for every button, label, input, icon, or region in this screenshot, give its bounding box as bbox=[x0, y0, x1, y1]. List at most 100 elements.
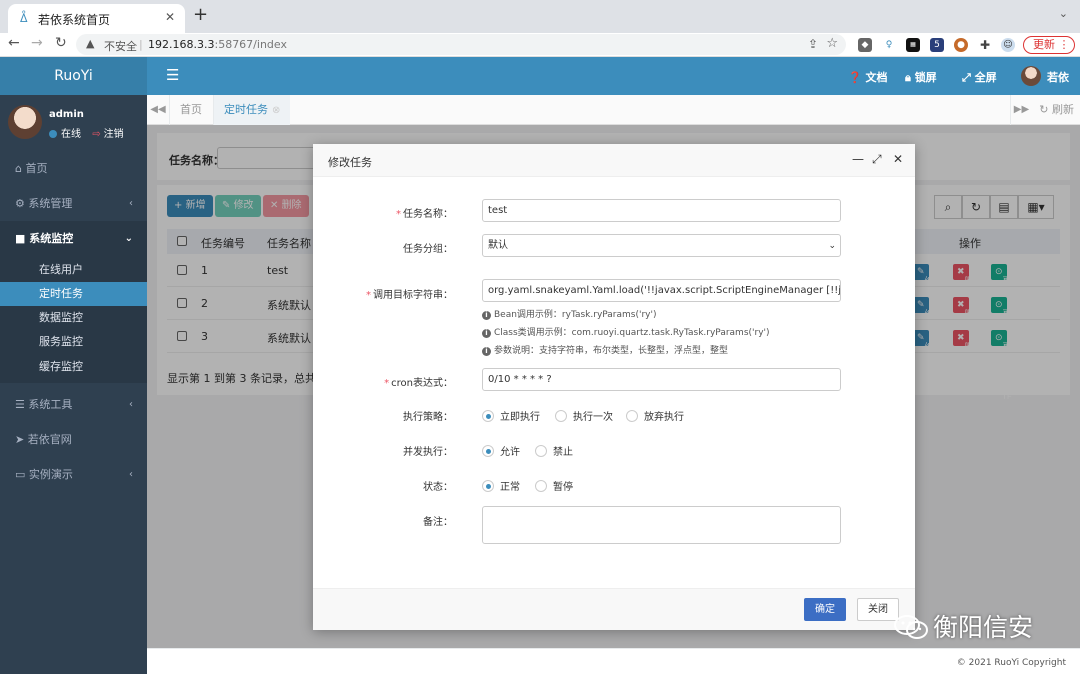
minimize-icon[interactable]: — bbox=[852, 152, 864, 166]
send-icon: ➤ bbox=[15, 433, 25, 446]
app-logo[interactable]: RuoYi bbox=[0, 57, 147, 95]
page-footer: © 2021 RuoYi Copyright bbox=[147, 648, 1080, 674]
docs-link[interactable]: ❓ 文档 bbox=[848, 69, 888, 85]
chevron-left-icon: ‹ bbox=[129, 198, 133, 209]
chevron-left-icon: ‹ bbox=[129, 399, 133, 410]
policy-radio-immediate[interactable]: 立即执行 bbox=[482, 408, 540, 423]
close-icon[interactable]: ✕ bbox=[893, 152, 903, 166]
radio-checked-icon bbox=[482, 480, 494, 492]
sidebar-item-server-monitor[interactable]: 服务监控 bbox=[0, 330, 147, 354]
status-radio-paused[interactable]: 暂停 bbox=[535, 478, 573, 493]
sidebar-item-system[interactable]: ⚙ 系统管理 ‹ bbox=[0, 186, 147, 221]
sidebar-item-label: 若依官网 bbox=[27, 433, 72, 446]
app-header: RuoYi ☰ ❓ 文档 🔒︎ 锁屏 ⤢ 全屏 若依 bbox=[0, 57, 1080, 95]
invoke-target-label-text: 调用目标字符串： bbox=[373, 290, 453, 301]
cookie-extension-icon[interactable]: ● bbox=[954, 38, 968, 52]
desktop-icon: ▭ bbox=[15, 468, 26, 481]
concurrent-radio-allow[interactable]: 允许 bbox=[482, 443, 520, 458]
refresh-tab-button[interactable]: ↻ 刷新 bbox=[1039, 95, 1074, 125]
warning-icon: ▲ bbox=[86, 37, 95, 50]
qr-extension-icon[interactable]: ▦ bbox=[906, 38, 920, 52]
fullscreen-link[interactable]: ⤢ 全屏 bbox=[962, 69, 997, 85]
bookmark-star-icon[interactable]: ☆ bbox=[826, 36, 838, 51]
new-tab-icon[interactable]: + bbox=[193, 4, 208, 25]
close-tab-icon[interactable]: ✕ bbox=[165, 10, 175, 24]
cron-label-text: cron表达式： bbox=[391, 378, 453, 389]
menu-toggle-icon[interactable]: ☰ bbox=[166, 66, 179, 84]
logout-icon[interactable]: ⇨ bbox=[92, 129, 100, 140]
sidebar-item-online-users[interactable]: 在线用户 bbox=[0, 258, 147, 282]
lock-screen-link[interactable]: 🔒︎ 锁屏 bbox=[905, 69, 937, 85]
forward-icon[interactable]: → bbox=[31, 35, 43, 51]
puzzle-extensions-icon[interactable]: ✚ bbox=[978, 38, 992, 52]
chevron-left-icon: ‹ bbox=[129, 469, 133, 480]
policy-radio-abandon[interactable]: 放弃执行 bbox=[626, 408, 684, 423]
sidebar-user-status: 在线 ⇨ 注销 bbox=[49, 125, 124, 140]
badge-extension-icon[interactable]: 5 bbox=[930, 38, 944, 52]
update-button[interactable]: 更新 ⋮ bbox=[1023, 36, 1075, 54]
remark-textarea[interactable] bbox=[482, 506, 841, 544]
radio-icon bbox=[535, 445, 547, 457]
share-icon[interactable]: ⇪ bbox=[808, 37, 818, 51]
sidebar-item-scheduled-tasks[interactable]: 定时任务 bbox=[0, 282, 147, 306]
sidebar-item-demo[interactable]: ▭ 实例演示 ‹ bbox=[0, 457, 147, 492]
sidebar-item-label: 实例演示 bbox=[28, 468, 73, 481]
cron-input[interactable]: 0/10 * * * * ? bbox=[482, 368, 841, 391]
info-icon: i bbox=[482, 311, 491, 320]
reload-icon[interactable]: ↻ bbox=[55, 35, 67, 51]
sidebar: admin 在线 ⇨ 注销 ⌂ 首页 ⚙ 系统管理 ‹ ■ 系统监控 ⌄ 在线用户… bbox=[0, 95, 147, 674]
help-params-text: 参数说明：支持字符串，布尔类型，长整型，浮点型，整型 bbox=[494, 346, 729, 356]
tabs-scroll-right-icon[interactable]: ▶▶ bbox=[1010, 95, 1032, 125]
sidebar-item-home[interactable]: ⌂ 首页 bbox=[0, 151, 147, 186]
sidebar-item-monitor[interactable]: ■ 系统监控 ⌄ bbox=[0, 221, 147, 256]
task-name-input[interactable]: test bbox=[482, 199, 841, 222]
monitor-submenu: 在线用户 定时任务 数据监控 服务监控 缓存监控 bbox=[0, 256, 147, 383]
radio-label: 立即执行 bbox=[500, 412, 540, 423]
radio-label: 放弃执行 bbox=[644, 412, 684, 423]
invoke-target-input[interactable]: org.yaml.snakeyaml.Yaml.load('!!javax.sc… bbox=[482, 279, 841, 302]
help-class-example: i Class类调用示例：com.ruoyi.quartz.task.RyTask… bbox=[482, 325, 770, 338]
header-avatar[interactable] bbox=[1021, 66, 1041, 86]
back-icon[interactable]: ← bbox=[8, 35, 20, 51]
confirm-button[interactable]: 确定 bbox=[804, 598, 846, 621]
watermark-text: 衡阳信安 bbox=[933, 613, 1034, 642]
concurrent-radio-forbid[interactable]: 禁止 bbox=[535, 443, 573, 458]
tab-scheduled-tasks[interactable]: 定时任务 ⊗ bbox=[213, 95, 291, 125]
radio-icon bbox=[626, 410, 638, 422]
maximize-icon[interactable]: ⤢ bbox=[872, 152, 882, 167]
tab-home[interactable]: 首页 bbox=[169, 95, 212, 125]
favicon-icon: ᐂ bbox=[20, 12, 28, 25]
pin-extension-icon[interactable]: ♀ bbox=[882, 38, 896, 52]
url-host: 192.168.3.3 bbox=[148, 38, 215, 51]
task-group-select[interactable]: 默认 ⌄ bbox=[482, 234, 841, 257]
sidebar-avatar[interactable] bbox=[8, 105, 42, 139]
url-path: :58767/index bbox=[214, 38, 287, 51]
sidebar-item-tools[interactable]: ☰ 系统工具 ‹ bbox=[0, 387, 147, 422]
sidebar-item-label: 首页 bbox=[25, 162, 48, 175]
browser-tab[interactable]: ᐂ 若依系统首页 ✕ bbox=[8, 4, 185, 33]
status-radio-normal[interactable]: 正常 bbox=[482, 478, 520, 493]
sidebar-item-website[interactable]: ➤ 若依官网 bbox=[0, 422, 147, 457]
logout-link[interactable]: 注销 bbox=[104, 129, 124, 140]
profile-icon[interactable]: ☺ bbox=[1001, 38, 1015, 52]
refresh-label: 刷新 bbox=[1052, 103, 1074, 116]
video-icon: ■ bbox=[15, 232, 26, 245]
address-bar[interactable]: ▲ 不安全 | 192.168.3.3:58767/index ⇪ ☆ bbox=[76, 34, 846, 55]
task-name-label-text: 任务名称： bbox=[403, 209, 453, 220]
shield-extension-icon[interactable]: ◆ bbox=[858, 38, 872, 52]
header-user-name[interactable]: 若依 bbox=[1047, 69, 1069, 85]
lock-label: 锁屏 bbox=[914, 71, 937, 84]
update-label: 更新 bbox=[1033, 38, 1055, 51]
home-icon: ⌂ bbox=[15, 162, 22, 175]
policy-radio-once[interactable]: 执行一次 bbox=[555, 408, 613, 423]
tabs-scroll-left-icon[interactable]: ◀◀ bbox=[147, 95, 169, 125]
tab-search-icon[interactable]: ⌄ bbox=[1059, 7, 1068, 20]
modal-title-bar: 修改任务 — ⤢ ✕ bbox=[313, 144, 915, 177]
sidebar-item-data-monitor[interactable]: 数据监控 bbox=[0, 306, 147, 330]
bars-icon: ☰ bbox=[15, 398, 25, 411]
sidebar-user-name: admin bbox=[49, 109, 84, 120]
sidebar-item-cache-monitor[interactable]: 缓存监控 bbox=[0, 355, 147, 379]
close-tab-icon[interactable]: ⊗ bbox=[272, 105, 280, 116]
policy-label: 执行策略： bbox=[403, 412, 453, 423]
browser-tab-title: 若依系统首页 bbox=[38, 13, 111, 27]
